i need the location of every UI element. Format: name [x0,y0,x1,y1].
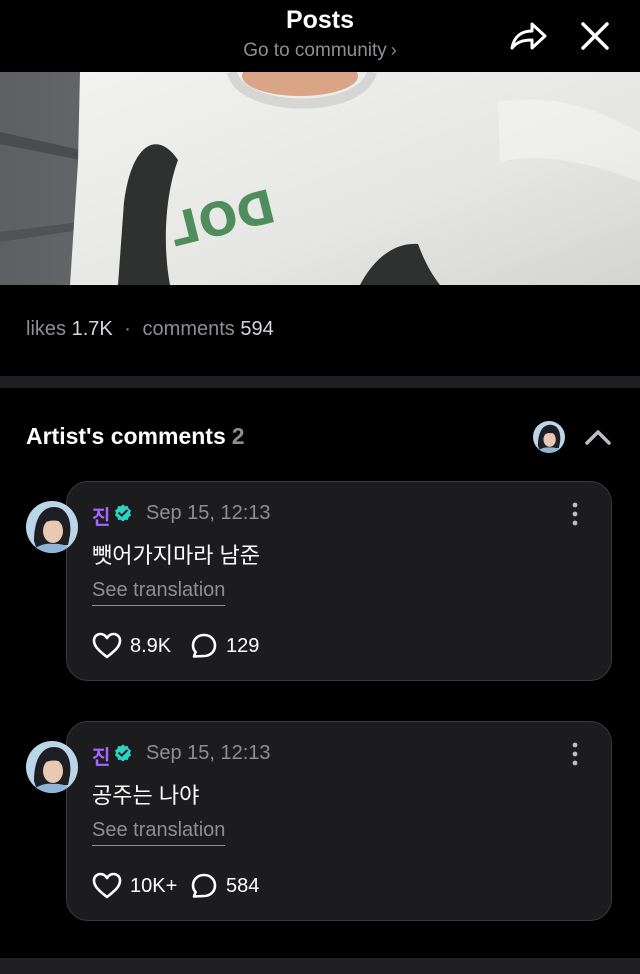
reply-button[interactable]: 584 [190,871,259,901]
chevron-right-icon: › [390,40,397,60]
post-stats: likes 1.7K · comments 594 [26,318,274,341]
see-translation-link[interactable]: See translation [92,579,226,606]
collapse-button[interactable] [582,424,614,450]
artist-avatar-small[interactable] [533,421,565,453]
comment-bubble-icon [191,633,217,658]
chevron-up-icon [585,430,611,445]
author-name[interactable]: 진 [92,501,110,530]
go-to-community-label: Go to community [243,40,387,61]
heart-icon [92,872,122,899]
likes-count: 1.7K [71,318,113,340]
avatar[interactable] [26,741,78,793]
top-bar: Posts Go to community › [0,0,640,72]
author-name[interactable]: 진 [92,741,110,770]
comment-bubble-icon [191,873,217,898]
share-button[interactable] [508,18,550,54]
comment-text: 공주는 나야 [92,783,200,808]
section-divider [0,958,640,974]
like-button[interactable]: 8.9K [92,631,171,661]
more-vertical-icon [572,502,578,526]
close-button[interactable] [575,16,615,56]
section-divider [0,376,640,388]
avatar-image [26,501,78,553]
heart-icon [92,632,122,659]
reply-button[interactable]: 129 [190,631,259,661]
more-options-button[interactable] [566,741,584,767]
artist-comment: 진 Sep 15, 12:13 공주는 나야 See translation 1… [0,721,640,923]
more-options-button[interactable] [566,501,584,527]
reply-count: 584 [226,874,260,897]
like-button[interactable]: 10K+ [92,871,177,901]
post-photo-graphic: DOL [0,72,640,285]
avatar-image [533,421,565,453]
artist-comments-count: 2 [231,423,245,449]
verified-badge-icon [115,744,131,762]
artist-comment: 진 Sep 15, 12:13 뺏어가지마라 남준 See translatio… [0,481,640,683]
share-arrow-icon [510,22,547,50]
more-vertical-icon [572,742,578,766]
comment-timestamp: Sep 15, 12:13 [146,742,271,764]
comment-timestamp: Sep 15, 12:13 [146,502,271,524]
avatar-image [26,741,78,793]
comment-text: 뺏어가지마라 남준 [92,543,261,568]
verified-badge-icon [115,504,131,522]
see-translation-link[interactable]: See translation [92,819,226,846]
artist-comments-label: Artist's comments [26,423,226,449]
likes-label: likes [26,318,67,340]
like-count: 8.9K [130,634,172,657]
artist-comments-title: Artist's comments 2 [26,423,245,450]
reply-count: 129 [226,634,260,657]
like-count: 10K+ [130,874,178,897]
comments-label: comments [142,318,235,340]
post-photo[interactable]: DOL [0,72,640,285]
close-icon [581,22,609,50]
comments-count: 594 [240,318,274,340]
separator: · [124,318,131,340]
avatar[interactable] [26,501,78,553]
